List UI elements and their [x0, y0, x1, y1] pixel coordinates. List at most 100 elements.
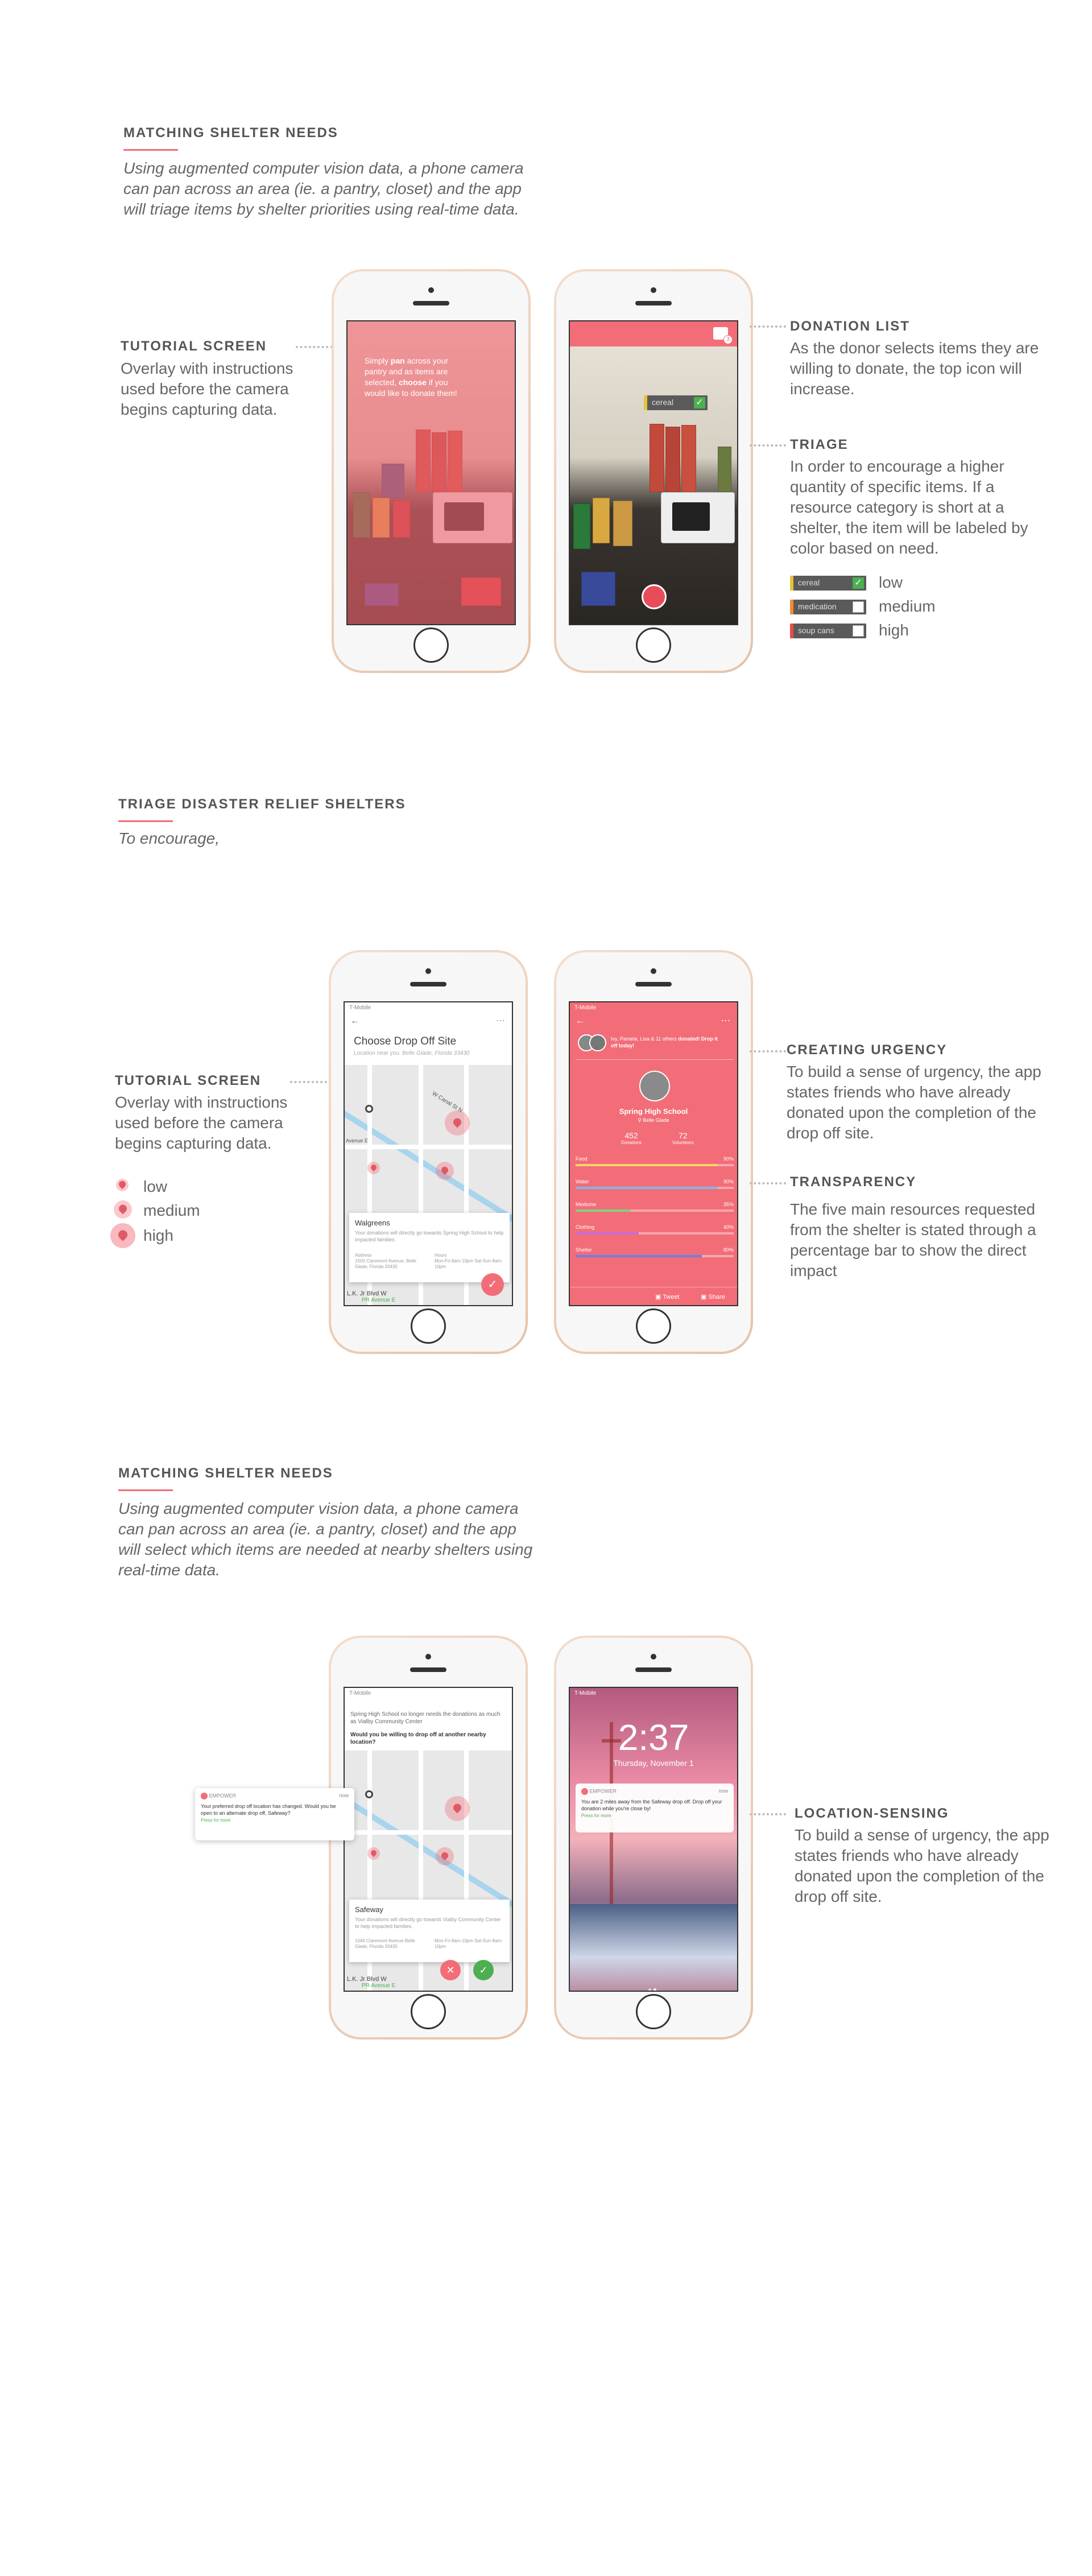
resource-track: [576, 1232, 734, 1235]
home-button[interactable]: [411, 1994, 446, 2029]
map-screen: T-Mobile ← ⋯ Choose Drop Off Site Locati…: [344, 1001, 513, 1306]
friends-donated-text: Ivy, Pamela, Lisa & 11 others donated! D…: [611, 1036, 718, 1048]
tweet-button[interactable]: ▣ Tweet: [655, 1293, 680, 1301]
resource-track: [576, 1209, 734, 1212]
check-icon: ✓: [694, 397, 705, 408]
lock-notification[interactable]: EMPOWER now You are 2 miles away from the…: [576, 1784, 734, 1832]
map-pin-medium[interactable]: [436, 1162, 454, 1180]
resource-name: Food: [576, 1156, 588, 1162]
resource-row: Medicine 35%: [576, 1199, 734, 1222]
location-row: Location near you: Belle Glade, Florida …: [354, 1050, 470, 1056]
triage-screen: 3 cereal ✓: [569, 320, 738, 625]
location-card[interactable]: Walgreens Your donations will directly g…: [349, 1213, 510, 1282]
resource-row: Clothing 40%: [576, 1222, 734, 1245]
donation-connector: [750, 325, 786, 328]
checkbox-icon: [853, 601, 864, 613]
notification-body: Your preferred drop off location has cha…: [201, 1803, 336, 1816]
resource-percent: 90%: [723, 1156, 734, 1162]
twitter-icon: ▣: [655, 1294, 663, 1301]
notification-more[interactable]: Press for more: [201, 1818, 349, 1823]
phone-speaker: [635, 301, 672, 306]
more-icon[interactable]: ⋯: [496, 1015, 505, 1026]
capture-button[interactable]: [642, 584, 667, 609]
bottom-street2: PR Avenue E: [362, 1297, 396, 1303]
card-title: Walgreens: [355, 1219, 390, 1227]
triage-color-bar: [644, 395, 647, 410]
map-pin-medium[interactable]: [436, 1847, 454, 1865]
app-icon: [201, 1793, 208, 1799]
legend-label-medium: medium: [879, 597, 936, 615]
phone-speaker: [410, 1667, 446, 1672]
back-arrow-icon[interactable]: ←: [576, 1016, 585, 1026]
profile-screen: T-Mobile ← ⋯ Ivy, Pamela, Lisa & 11 othe…: [569, 1001, 738, 1306]
resource-track: [576, 1255, 734, 1257]
beach-photo: [570, 1904, 737, 1991]
legend-label-low: low: [879, 573, 903, 591]
legend-chip-cereal: cereal ✓: [790, 576, 866, 591]
transparency-body: The five main resources requested from t…: [790, 1200, 1036, 1279]
section2-title: TRIAGE DISASTER RELIEF SHELTERS: [118, 796, 406, 812]
push-notification[interactable]: EMPOWER now Your preferred drop off locat…: [195, 1788, 354, 1840]
back-arrow-icon[interactable]: ←: [350, 1016, 359, 1026]
bottom-street: L.K. Jr Blvd W: [347, 1290, 387, 1297]
notification-body: You are 2 miles away from the Safeway dr…: [581, 1799, 722, 1811]
phone-camera: [425, 968, 431, 974]
lock-time: 2:37: [618, 1717, 689, 1758]
map-pin-high[interactable]: [445, 1111, 470, 1136]
camera-header: 3: [570, 321, 737, 346]
home-button[interactable]: [413, 628, 449, 663]
facebook-icon: ▣: [701, 1294, 709, 1301]
resource-fill: [576, 1209, 631, 1212]
current-location-icon: [365, 1105, 373, 1113]
resource-fill: [576, 1255, 702, 1257]
tutorial2-title: TUTORIAL SCREEN: [115, 1073, 262, 1088]
resource-percent: 80%: [723, 1247, 734, 1253]
pin-legend-low: low: [143, 1178, 168, 1195]
card-body: Your donations will directly go towards …: [355, 1230, 504, 1242]
home-button[interactable]: [636, 1994, 671, 2029]
resource-percent: 35%: [723, 1202, 734, 1207]
location-card[interactable]: Safeway Your donations will directly go …: [349, 1900, 510, 1962]
resource-name: Medicine: [576, 1202, 597, 1207]
bottom-street: L.K. Jr Blvd W: [347, 1976, 387, 1983]
resource-name: Clothing: [576, 1224, 595, 1230]
resource-row: Water 90%: [576, 1176, 734, 1199]
share-button[interactable]: ▣ Share: [701, 1293, 725, 1301]
app-icon: [581, 1788, 588, 1795]
school-name: Spring High School: [619, 1107, 688, 1116]
home-button[interactable]: [636, 1308, 671, 1344]
accept-button[interactable]: ✓: [473, 1960, 494, 1980]
confirm-button[interactable]: ✓: [481, 1273, 504, 1296]
map-pin-high[interactable]: [445, 1796, 470, 1821]
section2-description: To encourage,: [118, 829, 220, 847]
decline-button[interactable]: ✕: [440, 1960, 461, 1980]
resource-fill: [576, 1187, 718, 1189]
tutorial-body: Overlay with instructions used before th…: [121, 360, 293, 418]
donation-list-icon[interactable]: 3: [713, 327, 733, 344]
home-button[interactable]: [411, 1308, 446, 1344]
friend-avatar: [589, 1034, 606, 1051]
section1-rule: [123, 149, 178, 151]
reroute-question: Would you be willing to drop off at anot…: [350, 1732, 486, 1745]
more-icon[interactable]: ⋯: [721, 1015, 730, 1026]
pin-medium-icon: [114, 1200, 132, 1219]
tutorial-title: TUTORIAL SCREEN: [121, 338, 267, 354]
status-carrier: T-Mobile: [349, 1005, 371, 1011]
section1-title: MATCHING SHELTER NEEDS: [123, 125, 338, 141]
stat-volunteers: 72 Volunteers: [672, 1131, 694, 1145]
bottom-street2: PR Avenue E: [362, 1983, 396, 1989]
map-pin-low[interactable]: [367, 1847, 380, 1860]
phone-tutorial: Simply pan across your pantry and as ite…: [332, 269, 531, 673]
phone-lock-screen: T-Mobile 2:37 Thursday, November 1 EMPOW…: [554, 1636, 753, 2040]
tutorial-instructions: Simply pan across your pantry and as ite…: [365, 356, 457, 398]
urgency-body: To build a sense of urgency, the app sta…: [787, 1063, 1041, 1142]
notification-more[interactable]: Press for more: [581, 1813, 728, 1818]
triage-connector: [750, 444, 786, 447]
tutorial-screen: Simply pan across your pantry and as ite…: [346, 320, 516, 625]
phone-camera: [651, 1654, 656, 1659]
card-title: Safeway: [355, 1905, 383, 1914]
triage-chip-cereal[interactable]: cereal ✓: [644, 395, 708, 410]
home-button[interactable]: [636, 628, 671, 663]
phone-speaker: [635, 1667, 672, 1672]
map-pin-low[interactable]: [367, 1162, 380, 1174]
